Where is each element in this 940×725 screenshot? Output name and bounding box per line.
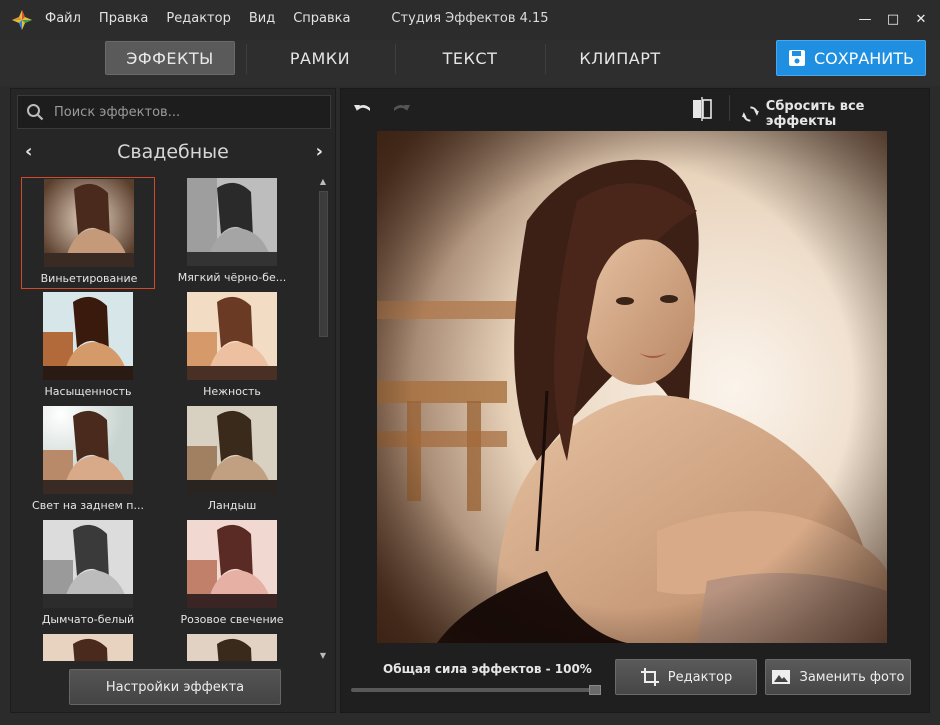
tab-text[interactable]: ТЕКСТ — [405, 41, 535, 75]
effect-thumbnail — [43, 406, 133, 494]
reset-icon — [741, 106, 759, 122]
effect-item[interactable] — [165, 633, 299, 661]
search-input[interactable] — [52, 96, 322, 128]
effect-thumbnail — [187, 634, 277, 661]
menu-editor[interactable]: Редактор — [166, 11, 230, 26]
effect-thumbnail — [43, 292, 133, 380]
replace-photo-label: Заменить фото — [799, 669, 905, 685]
slider-handle[interactable] — [589, 685, 601, 695]
search-box — [17, 95, 331, 129]
effects-panel: ‹ Свадебные › Виньетирование — [10, 88, 336, 713]
effect-thumbnail — [187, 520, 277, 608]
category-nav: ‹ Свадебные › — [11, 133, 335, 171]
save-button[interactable]: СОХРАНИТЬ — [776, 40, 926, 76]
menu-bar: Файл Правка Редактор Вид Справка — [45, 11, 368, 26]
tab-separator — [246, 44, 247, 74]
effect-label: Нежность — [203, 385, 261, 398]
effect-item[interactable]: Мягкий чёрно-бе... — [165, 177, 299, 289]
slider-track — [351, 688, 591, 692]
redo-icon[interactable] — [391, 99, 411, 119]
reset-all-effects-button[interactable]: Сбросить все эффекты — [741, 99, 929, 129]
image-icon — [772, 670, 791, 684]
editor-label: Редактор — [667, 669, 733, 685]
maximize-button[interactable]: □ — [882, 8, 904, 30]
effects-grid: Виньетирование Мягкий чёрно-бе... Насыще… — [19, 175, 307, 661]
tab-effects[interactable]: ЭФФЕКТЫ — [105, 41, 235, 75]
preview-panel: Сбросить все эффекты Общая сила эффектов… — [340, 88, 930, 713]
effect-label: Мягкий чёрно-бе... — [177, 271, 287, 284]
title-bar: Файл Правка Редактор Вид Справка Студия … — [0, 0, 940, 40]
category-next-button[interactable]: › — [316, 141, 323, 162]
effect-item[interactable]: Нежность — [165, 291, 299, 403]
effect-item[interactable] — [21, 633, 155, 661]
save-label: СОХРАНИТЬ — [813, 48, 915, 68]
effect-thumbnail — [187, 178, 277, 266]
effect-label: Розовое свечение — [180, 613, 284, 626]
effect-thumbnail — [187, 292, 277, 380]
tab-frames[interactable]: РАМКИ — [255, 41, 385, 75]
tab-separator — [545, 44, 546, 74]
compare-icon[interactable] — [691, 97, 713, 121]
effects-scrollbar[interactable]: ▲ ▼ — [317, 175, 329, 661]
toolbar-separator — [729, 95, 730, 121]
scroll-up-icon[interactable]: ▲ — [317, 177, 329, 187]
effect-item[interactable]: Свет на заднем п... — [21, 405, 155, 517]
tab-separator — [395, 44, 396, 74]
app-logo-icon — [12, 10, 32, 30]
effect-thumbnail — [44, 179, 134, 267]
preview-toolbar: Сбросить все эффекты — [341, 89, 929, 129]
effect-strength-label: Общая сила эффектов - 100% — [383, 662, 592, 676]
editor-button[interactable]: Редактор — [615, 659, 757, 695]
floppy-disk-icon — [788, 50, 805, 66]
search-icon — [27, 104, 44, 121]
menu-view[interactable]: Вид — [249, 11, 275, 26]
effect-item[interactable]: Розовое свечение — [165, 519, 299, 631]
effect-item[interactable]: Виньетирование — [21, 177, 155, 289]
effect-label: Дымчато-белый — [41, 613, 135, 626]
effect-strength-slider[interactable] — [351, 685, 601, 695]
scrollbar-thumb[interactable] — [319, 191, 328, 337]
menu-edit[interactable]: Правка — [99, 11, 148, 26]
effect-label: Виньетирование — [40, 272, 138, 285]
effect-label: Ландыш — [207, 499, 257, 512]
effect-item[interactable]: Насыщенность — [21, 291, 155, 403]
undo-icon[interactable] — [353, 99, 373, 119]
replace-photo-button[interactable]: Заменить фото — [765, 659, 911, 695]
reset-label: Сбросить все эффекты — [765, 99, 865, 129]
effect-thumbnail — [43, 520, 133, 608]
effect-item[interactable]: Дымчато-белый — [21, 519, 155, 631]
main-tabs: ЭФФЕКТЫ РАМКИ ТЕКСТ КЛИПАРТ СОХРАНИТЬ — [0, 40, 940, 86]
menu-file[interactable]: Файл — [45, 11, 81, 26]
effect-thumbnail — [43, 634, 133, 661]
preview-photo — [377, 131, 887, 643]
effect-item[interactable]: Ландыш — [165, 405, 299, 517]
category-title: Свадебные — [117, 141, 229, 163]
effect-label: Насыщенность — [44, 385, 132, 398]
effect-settings-button[interactable]: Настройки эффекта — [69, 669, 281, 705]
menu-help[interactable]: Справка — [293, 11, 350, 26]
effect-label: Свет на заднем п... — [32, 499, 144, 512]
crop-icon — [640, 668, 659, 686]
tab-clipart[interactable]: КЛИПАРТ — [555, 41, 685, 75]
minimize-button[interactable]: — — [854, 8, 876, 30]
effect-thumbnail — [187, 406, 277, 494]
close-button[interactable]: ✕ — [910, 8, 932, 30]
scroll-down-icon[interactable]: ▼ — [317, 651, 329, 661]
